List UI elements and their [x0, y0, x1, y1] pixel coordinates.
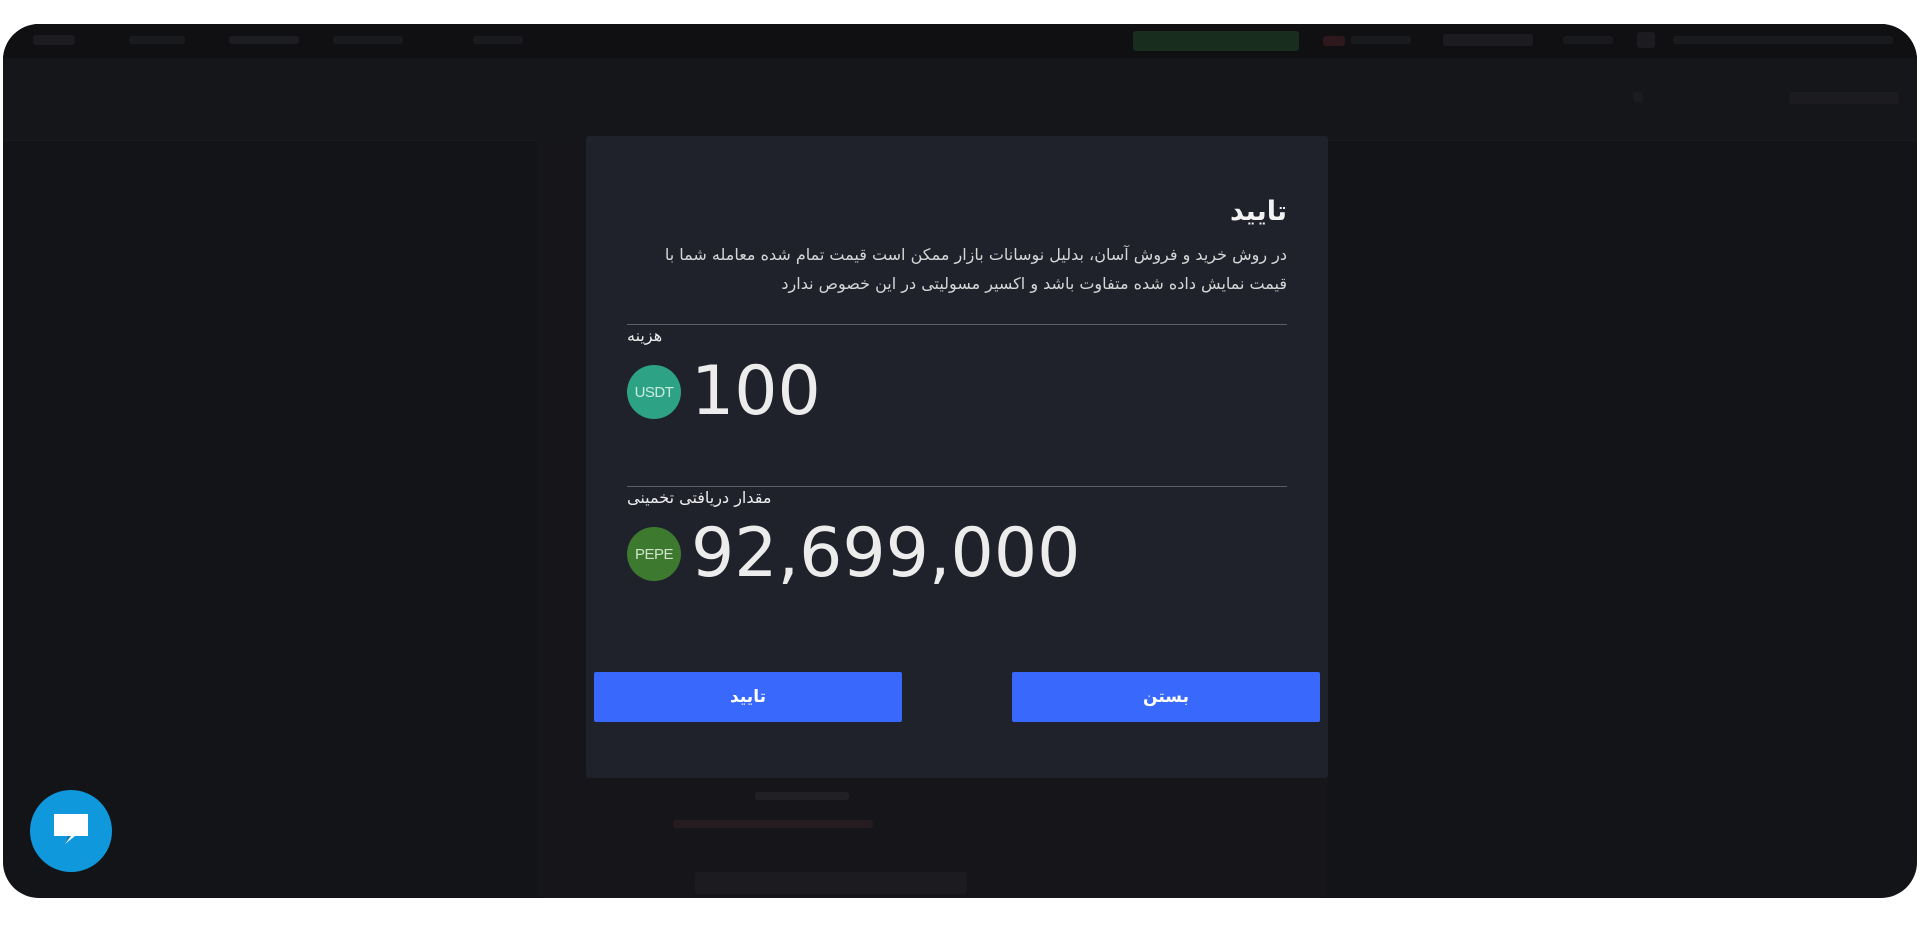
chat-support-button[interactable] — [30, 790, 112, 872]
close-button[interactable]: بستن — [1012, 672, 1320, 722]
divider — [627, 486, 1287, 487]
cost-label: هزینه — [627, 326, 663, 345]
dialog-description: در روش خرید و فروش آسان، بدلیل نوسانات ب… — [664, 245, 1287, 293]
usdt-coin-icon: USDT — [627, 365, 681, 419]
cost-amount: 100 — [691, 352, 821, 431]
confirm-button[interactable]: تایید — [594, 672, 902, 722]
estimated-receive-label: مقدار دریافتی تخمینی — [627, 488, 772, 507]
divider — [627, 324, 1287, 325]
dialog-title: تایید — [1229, 196, 1287, 227]
pepe-coin-icon: PEPE — [627, 527, 681, 581]
estimated-receive-amount-row: PEPE 92,699,000 — [627, 520, 1080, 588]
cost-amount-row: USDT 100 — [627, 358, 821, 426]
confirm-dialog: تایید در روش خرید و فروش آسان، بدلیل نوس… — [586, 136, 1328, 778]
estimated-receive-amount: 92,699,000 — [691, 514, 1081, 593]
chat-bubble-icon — [51, 812, 91, 850]
